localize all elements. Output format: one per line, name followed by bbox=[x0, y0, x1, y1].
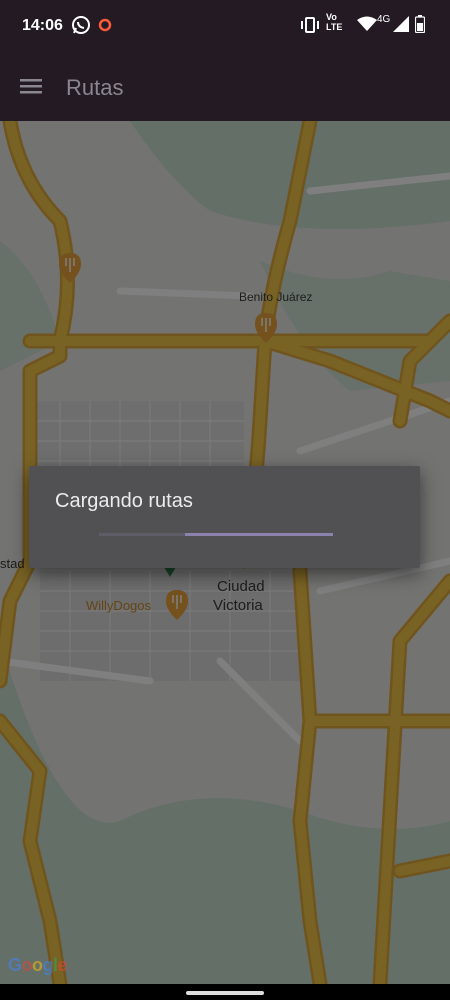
battery-icon bbox=[414, 15, 426, 38]
google-logo: Google bbox=[8, 955, 68, 975]
status-bar: 14:06 Vo LTE 4G bbox=[0, 0, 450, 52]
wifi-icon bbox=[357, 16, 377, 37]
network-type-label: 4G bbox=[377, 14, 391, 25]
vibrate-icon bbox=[300, 16, 320, 39]
signal-4g-icon bbox=[393, 16, 409, 37]
loading-dialog: Cargando rutas bbox=[29, 466, 420, 568]
app-bar: Rutas bbox=[0, 52, 450, 121]
notification-ring-icon bbox=[98, 18, 112, 37]
volte-label-bottom: LTE bbox=[326, 22, 343, 32]
status-time: 14:06 bbox=[22, 17, 63, 34]
volte-icon: Vo LTE bbox=[326, 12, 342, 32]
menu-button[interactable] bbox=[14, 68, 50, 104]
whatsapp-icon bbox=[71, 15, 91, 40]
system-nav-bar bbox=[0, 984, 450, 1000]
volte-label-top: Vo bbox=[326, 12, 337, 22]
progress-bar-fill bbox=[185, 533, 333, 536]
home-gesture-handle[interactable] bbox=[186, 991, 264, 995]
app-bar-title: Rutas bbox=[66, 75, 124, 100]
hamburger-menu-icon bbox=[20, 79, 42, 94]
loading-message: Cargando rutas bbox=[55, 490, 193, 512]
progress-bar bbox=[99, 533, 333, 536]
